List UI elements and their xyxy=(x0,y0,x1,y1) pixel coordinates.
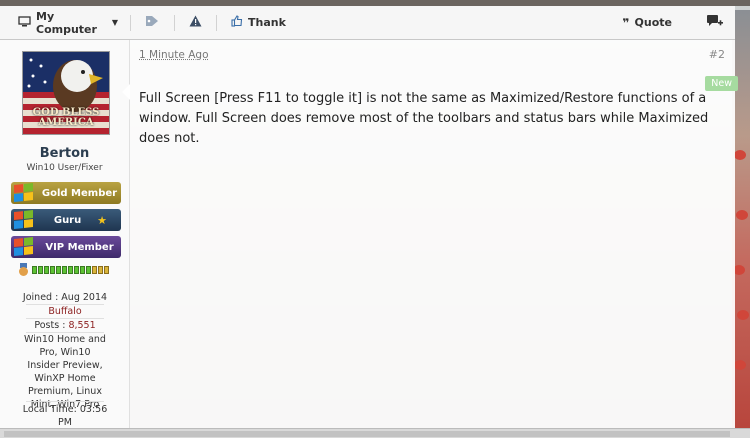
poppy-flower xyxy=(734,150,746,160)
thank-button[interactable]: Thank xyxy=(217,14,298,32)
star-icon: ★ xyxy=(97,214,107,227)
rank-badge-guru: Guru ★ xyxy=(11,209,121,231)
joined-date: Joined : Aug 2014 xyxy=(22,291,108,304)
quote-label: Quote xyxy=(635,16,672,29)
chevron-down-icon: ▼ xyxy=(112,18,118,27)
post: GOD BLESS AMERICA Berton Win10 User/Fixe… xyxy=(0,40,735,428)
post-number-link[interactable]: #2 xyxy=(709,48,725,61)
post-body: 1 Minute Ago #2 New Full Screen [Press F… xyxy=(130,40,735,428)
local-time: Local Time: 03:56 PM xyxy=(22,403,108,429)
rank-label: Guru xyxy=(38,215,97,226)
divider xyxy=(26,401,104,402)
reply-plus-icon xyxy=(706,14,723,31)
quote-icon: ❞ xyxy=(622,16,629,30)
user-os: Win10 Home and Pro, Win10 Insider Previe… xyxy=(22,333,108,411)
windows-logo-icon xyxy=(14,237,34,257)
windows-logo-icon xyxy=(14,183,34,203)
poppy-flower xyxy=(737,310,749,320)
computer-icon xyxy=(18,16,31,30)
rank-label: Gold Member xyxy=(38,188,121,199)
user-title: Win10 User/Fixer xyxy=(0,163,129,173)
rank-badge-gold: Gold Member xyxy=(11,182,121,204)
my-computer-label: My Computer xyxy=(36,10,110,36)
windows-logo-icon xyxy=(14,210,34,230)
post-message: Full Screen [Press F11 to toggle it] is … xyxy=(139,89,709,149)
post-count: Posts : 8,551 xyxy=(22,319,108,332)
poppy-flower xyxy=(734,360,746,370)
medal-icon xyxy=(18,263,29,276)
reply-button[interactable] xyxy=(694,14,735,32)
warning-icon xyxy=(189,15,202,30)
thank-label: Thank xyxy=(248,16,286,29)
thumbs-up-icon xyxy=(231,15,243,30)
poppy-flower xyxy=(736,210,748,220)
rank-badge-vip: VIP Member xyxy=(11,236,121,258)
avatar-caption: GOD BLESS AMERICA xyxy=(27,108,105,128)
rank-label: VIP Member xyxy=(38,242,121,253)
avatar[interactable]: GOD BLESS AMERICA xyxy=(22,51,110,135)
post-count-value[interactable]: 8,551 xyxy=(68,320,95,331)
speech-arrow xyxy=(122,84,130,100)
user-info-panel: GOD BLESS AMERICA Berton Win10 User/Fixe… xyxy=(0,40,130,428)
post-toolbar: My Computer ▼ Thank ❞ Quote xyxy=(0,6,735,40)
reputation-bar xyxy=(18,263,110,276)
quote-button[interactable]: ❞ Quote xyxy=(610,14,694,32)
tag-button[interactable] xyxy=(131,14,174,32)
username[interactable]: Berton xyxy=(0,146,129,161)
horizontal-scrollbar[interactable] xyxy=(0,428,750,438)
post-date: 1 Minute Ago xyxy=(139,49,209,61)
report-button[interactable] xyxy=(175,14,216,32)
scrollbar-thumb[interactable] xyxy=(4,431,730,437)
new-badge: New xyxy=(705,76,738,91)
my-computer-button[interactable]: My Computer ▼ xyxy=(0,14,130,32)
tag-icon xyxy=(145,15,160,30)
user-location: Buffalo xyxy=(22,305,108,318)
post-count-label: Posts : xyxy=(34,320,65,331)
